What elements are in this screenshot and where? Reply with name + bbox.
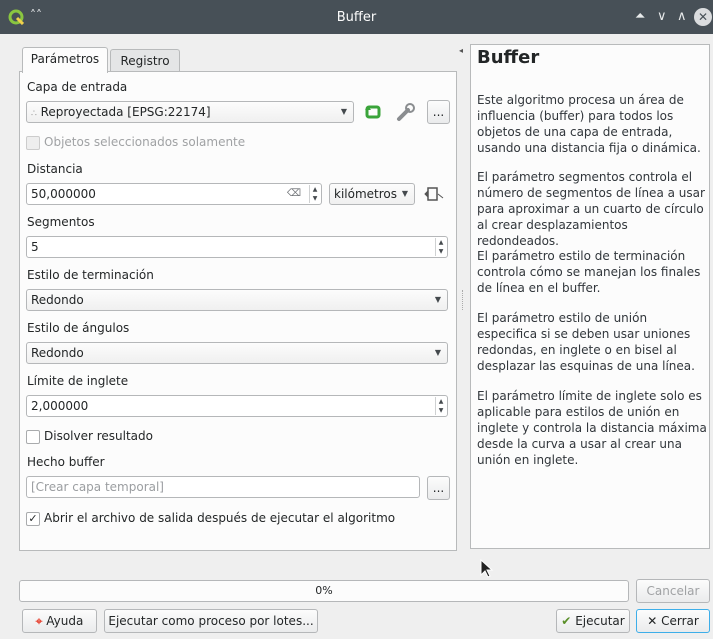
maximize-icon[interactable]: ∧ (677, 9, 687, 24)
input-layer-value: Reproyectada [EPSG:22174] (40, 105, 211, 119)
miter-limit-label: Límite de inglete (27, 374, 129, 388)
output-label: Hecho buffer (27, 455, 105, 469)
miter-limit-input[interactable]: 2,000000 ▲ ▼ (26, 395, 448, 417)
close-button[interactable]: ✕ Cerrar (636, 609, 710, 633)
close-window-icon[interactable]: ✕ (694, 8, 712, 26)
end-cap-label: Estilo de terminación (27, 268, 154, 282)
splitter-handle[interactable] (462, 290, 464, 310)
segments-spinner[interactable]: ▲ ▼ (435, 238, 446, 256)
dissolve-label: Disolver resultado (44, 429, 153, 443)
help-paragraph-2: El parámetro segmentos controla el númer… (477, 170, 705, 248)
end-cap-value: Redondo (31, 293, 84, 307)
help-paragraph-5: El parámetro límite de inglete solo es a… (477, 389, 707, 467)
chevron-down-icon: ▼ (340, 107, 347, 116)
title-bar: ˄˄ Buffer ⏶ ∨ ∧ ✕ (0, 0, 713, 34)
data-defined-override-icon[interactable] (424, 185, 444, 203)
distance-input[interactable]: 50,000000 ⌫ ▲ ▼ (26, 183, 322, 205)
window-title: Buffer (336, 10, 377, 25)
distance-unit-value: kilómetros (334, 187, 397, 201)
help-button[interactable]: ⌖ Ayuda (22, 609, 97, 633)
input-layer-combo[interactable]: ∴ Reproyectada [EPSG:22174] ▼ (26, 101, 354, 123)
cancel-button[interactable]: Cancelar (636, 579, 710, 603)
chevron-down-icon: ▼ (401, 189, 408, 198)
output-placeholder: [Crear capa temporal] (31, 480, 164, 494)
join-style-value: Redondo (31, 346, 84, 360)
segments-value: 5 (31, 240, 39, 254)
help-paragraph-3: El parámetro estilo de terminación contr… (477, 249, 701, 295)
distance-label: Distancia (27, 162, 83, 176)
help-panel: Buffer Este algoritmo procesa un área de… (470, 44, 710, 549)
close-button-label: Cerrar (661, 614, 699, 628)
lifebuoy-icon: ⌖ (35, 614, 43, 628)
selected-only-checkbox[interactable] (26, 136, 40, 150)
segments-input[interactable]: 5 ▲ ▼ (26, 236, 448, 258)
run-icon: ✔ (561, 614, 572, 628)
miter-limit-value: 2,000000 (31, 399, 89, 413)
chevron-down-icon: ▼ (434, 348, 441, 357)
distance-spinner[interactable]: ▲ ▼ (309, 185, 320, 203)
output-browse-button[interactable]: ... (427, 476, 450, 500)
help-paragraph-1: Este algoritmo procesa un área de influe… (477, 93, 701, 155)
open-output-label: Abrir el archivo de salida después de ej… (44, 511, 396, 525)
input-layer-label: Capa de entrada (27, 80, 128, 94)
help-button-label: Ayuda (46, 614, 84, 628)
output-field[interactable]: [Crear capa temporal] (26, 476, 420, 498)
miter-limit-spinner[interactable]: ▲ ▼ (435, 397, 446, 415)
help-paragraph-4: El parámetro estilo de unión especifica … (477, 311, 695, 373)
tab-registro[interactable]: Registro (110, 49, 180, 71)
join-style-label: Estilo de ángulos (27, 321, 130, 335)
clear-icon[interactable]: ⌫ (287, 184, 301, 204)
collapse-help-icon[interactable]: ◂ (459, 46, 463, 55)
wrench-icon[interactable] (396, 102, 418, 122)
tab-parametros[interactable]: Parámetros (22, 47, 108, 73)
iterate-icon[interactable] (364, 104, 382, 120)
close-icon: ✕ (647, 614, 658, 628)
minimize-icon[interactable]: ∨ (657, 9, 667, 24)
segments-label: Segmentos (27, 215, 95, 229)
progress-text: 0% (315, 584, 333, 597)
progress-bar: 0% (19, 580, 629, 602)
help-title: Buffer (477, 47, 540, 68)
run-button[interactable]: ✔ Ejecutar (556, 609, 630, 633)
distance-unit-combo[interactable]: kilómetros ▼ (329, 183, 415, 205)
chevron-down-icon: ▼ (434, 295, 441, 304)
open-output-checkbox[interactable]: ✓ (26, 512, 40, 526)
dissolve-checkbox[interactable] (26, 430, 40, 444)
input-layer-browse-button[interactable]: ... (427, 100, 450, 124)
end-cap-combo[interactable]: Redondo ▼ (26, 289, 448, 311)
keep-above-icon[interactable]: ⏶ (635, 9, 645, 24)
join-style-combo[interactable]: Redondo ▼ (26, 342, 448, 364)
selected-only-label: Objetos seleccionados solamente (44, 135, 246, 149)
point-layer-icon: ∴ (31, 109, 37, 119)
batch-process-button[interactable]: Ejecutar como proceso por lotes... (104, 609, 318, 633)
distance-value: 50,000000 (31, 187, 96, 201)
run-button-label: Ejecutar (575, 614, 625, 628)
mouse-cursor-icon (480, 559, 494, 578)
